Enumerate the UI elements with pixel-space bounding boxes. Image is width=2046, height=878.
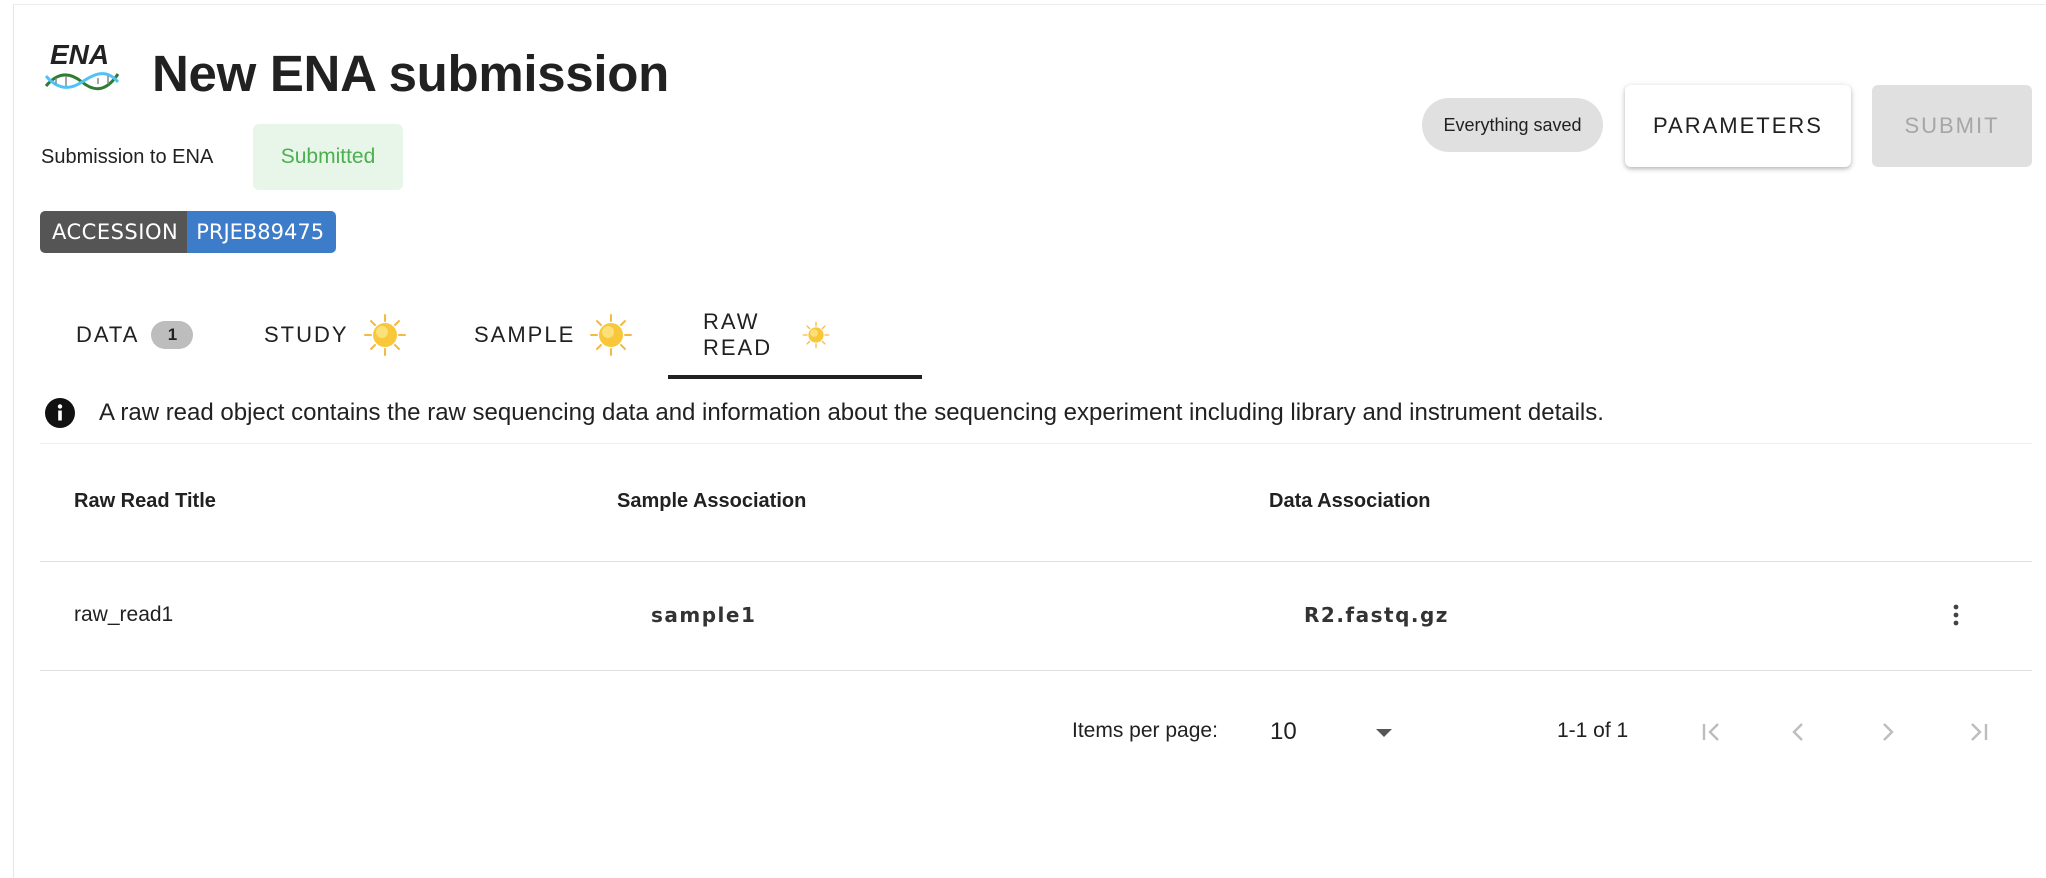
page-size-select[interactable]: 10 [1270,712,1396,752]
tab-label: DATA [76,322,140,347]
next-page-button[interactable] [1867,712,1907,752]
dropdown-caret-icon [1376,729,1392,737]
ena-logo: ENA [44,39,120,91]
tab-raw-read[interactable]: RAW READ [703,290,830,380]
info-banner: A raw read object contains the raw seque… [44,397,1604,429]
page-size-value: 10 [1270,718,1297,745]
tab-data[interactable]: DATA 1 [76,290,194,380]
first-page-icon [1702,723,1719,741]
tab-label: SAMPLE [474,322,576,347]
page-title: New ENA submission [152,45,669,102]
more-vert-icon[interactable] [1946,600,1966,630]
last-page-icon [1971,723,1988,741]
tab-label: RAW READ [703,309,773,360]
column-header-data[interactable]: Data Association [1269,490,1431,513]
info-text: A raw read object contains the raw seque… [99,399,1604,426]
table-divider [40,670,2032,671]
count-badge: 1 [151,321,194,349]
page-range-label: 1-1 of 1 [1557,719,1629,742]
accession-value: PRJEB89475 [187,211,337,253]
tab-study[interactable]: STUDY [264,290,407,380]
last-page-button[interactable] [1958,712,1998,752]
divider [40,443,2032,444]
submit-button[interactable]: SUBMIT [1872,85,2032,167]
active-tab-indicator [668,375,922,379]
chevron-right-icon [1883,723,1894,741]
save-status-chip: Everything saved [1422,98,1603,152]
column-header-sample[interactable]: Sample Association [617,490,806,513]
items-per-page-label: Items per page: [1072,719,1218,742]
cell-sample-association: sample1 [651,603,757,627]
column-header-title[interactable]: Raw Read Title [74,490,216,513]
cell-data-association: R2.fastq.gz [1304,603,1449,627]
submission-label: Submission to ENA [41,146,214,168]
accession-badge: ACCESSION PRJEB89475 [40,211,337,253]
tab-label: STUDY [264,322,349,347]
chevron-left-icon [1792,723,1803,741]
parameters-button[interactable]: PARAMETERS [1625,85,1851,167]
first-page-button[interactable] [1692,712,1732,752]
sun-icon [590,314,633,356]
svg-text:ENA: ENA [50,39,109,70]
info-icon [45,398,75,428]
previous-page-button[interactable] [1779,712,1819,752]
sun-icon [802,321,830,349]
sun-icon [363,314,406,356]
tab-sample[interactable]: SAMPLE [474,290,633,380]
accession-key: ACCESSION [40,211,188,253]
table-divider [40,561,2032,562]
cell-raw-read-title: raw_read1 [74,603,174,626]
status-badge: Submitted [253,124,403,190]
